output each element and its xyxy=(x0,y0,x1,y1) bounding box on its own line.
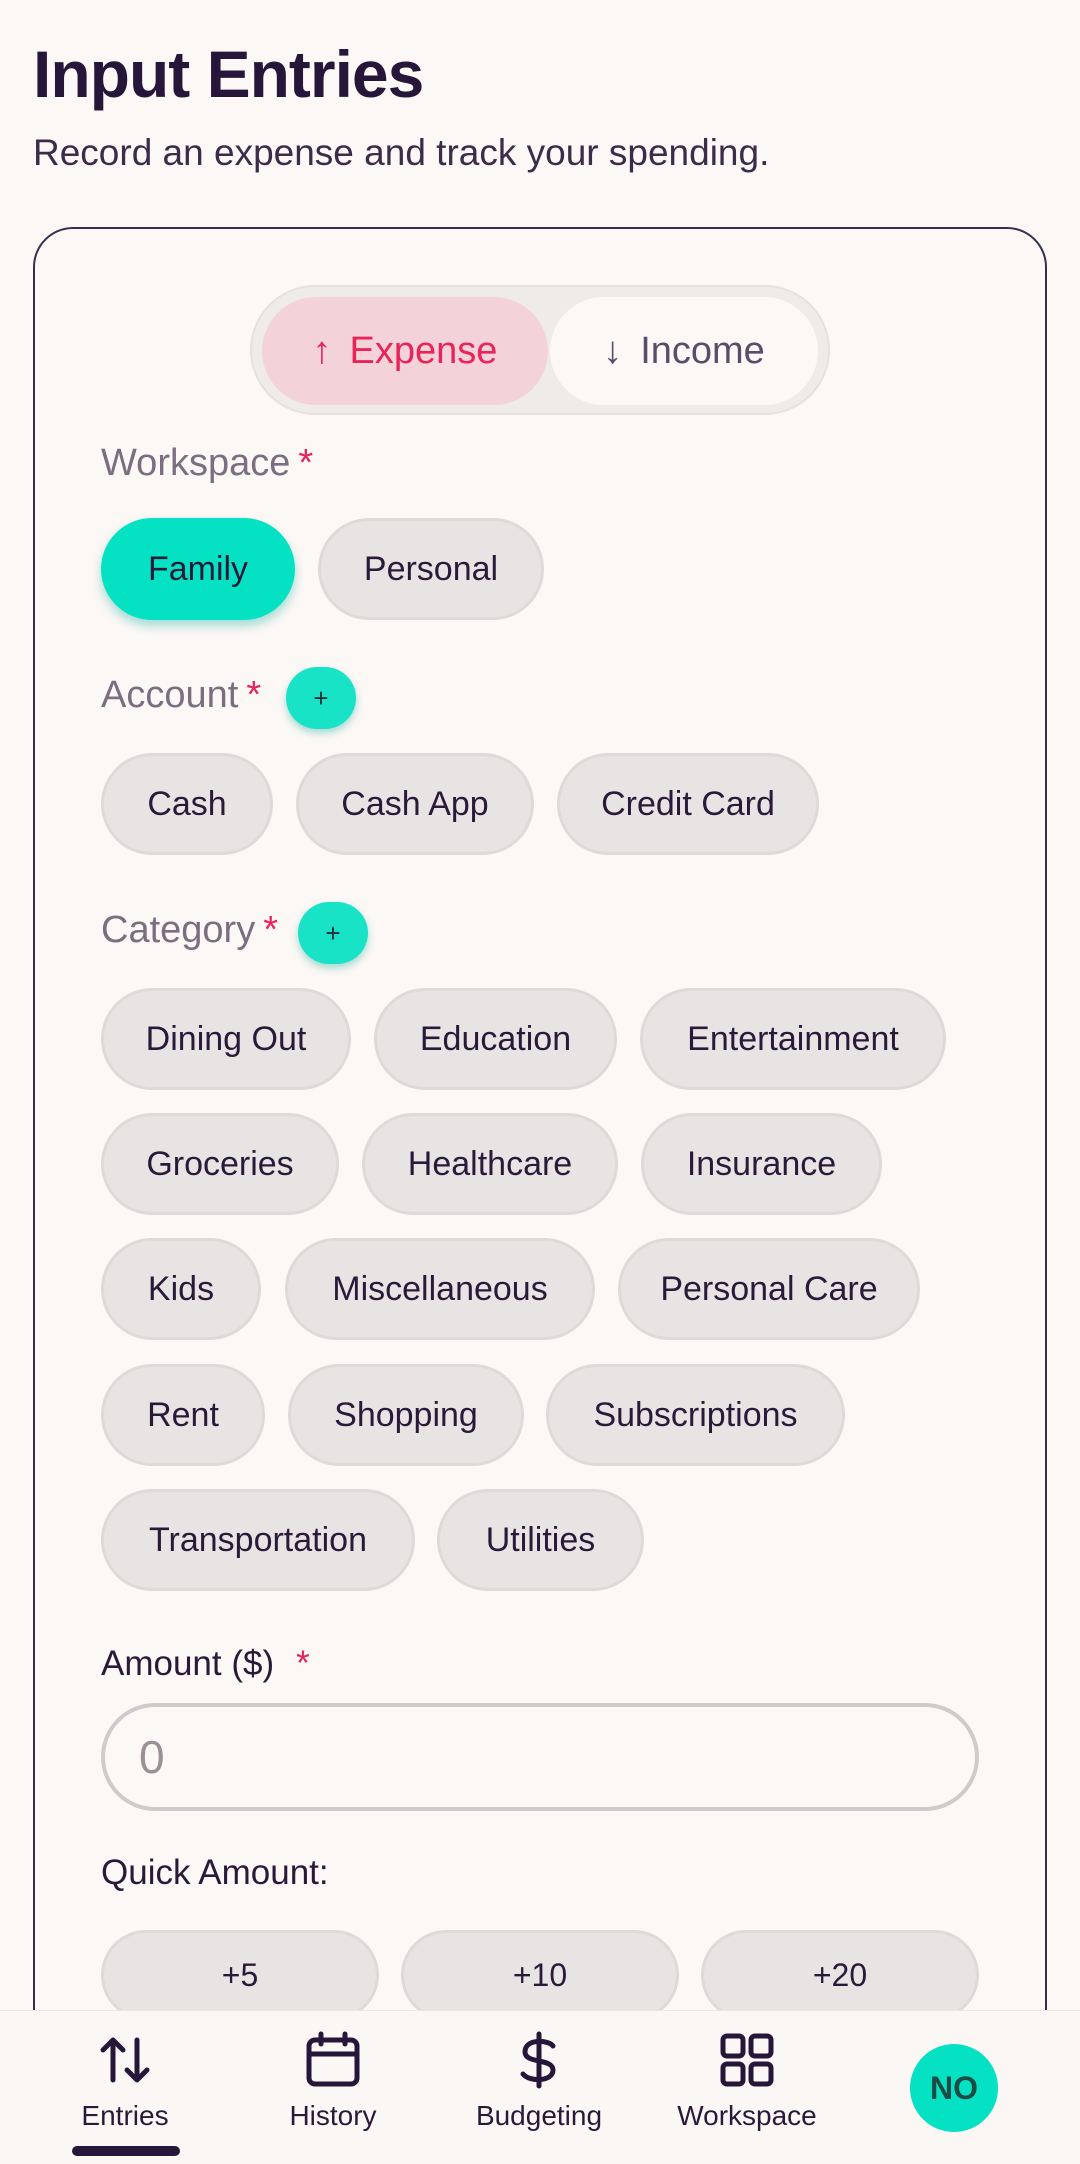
quick-amount-10-button[interactable]: +10 xyxy=(401,1930,679,2020)
category-label: Category * xyxy=(101,909,278,952)
account-chip-cash[interactable]: Cash xyxy=(101,753,273,855)
user-avatar[interactable]: NO xyxy=(910,2044,998,2132)
calendar-icon xyxy=(306,2031,360,2087)
category-chip-groceries[interactable]: Groceries xyxy=(101,1113,339,1215)
arrow-down-icon: ↓ xyxy=(603,329,623,372)
nav-item-entries[interactable]: Entries xyxy=(35,2030,215,2140)
quick-amount-label: Quick Amount: xyxy=(101,1853,329,1892)
nav-label-history: History xyxy=(289,2100,377,2131)
category-chip-education[interactable]: Education xyxy=(374,988,617,1090)
category-chip-insurance[interactable]: Insurance xyxy=(641,1113,882,1215)
workspace-chip-family[interactable]: Family xyxy=(101,518,295,620)
add-category-button[interactable]: + xyxy=(298,902,368,964)
category-chip-subscriptions[interactable]: Subscriptions xyxy=(546,1364,845,1466)
sort-arrows-icon xyxy=(100,2037,150,2083)
category-chip-shopping[interactable]: Shopping xyxy=(288,1364,524,1466)
add-account-button[interactable]: + xyxy=(286,667,356,729)
quick-amount-5-button[interactable]: +5 xyxy=(101,1930,379,2020)
entry-type-toggle: ↑ Expense ↓ Income xyxy=(250,285,830,415)
income-toggle-button[interactable]: ↓ Income xyxy=(550,297,818,405)
workspace-label-text: Workspace xyxy=(101,442,291,484)
quick-amount-20-button[interactable]: +20 xyxy=(701,1930,979,2020)
nav-label-workspace: Workspace xyxy=(677,2100,817,2131)
category-chip-transportation[interactable]: Transportation xyxy=(101,1489,415,1591)
category-chip-dining-out[interactable]: Dining Out xyxy=(101,988,351,1090)
nav-item-workspace[interactable]: Workspace xyxy=(657,2030,837,2140)
required-mark: * xyxy=(298,442,314,484)
expense-toggle-label: Expense xyxy=(349,329,498,372)
dollar-icon xyxy=(520,2031,556,2089)
nav-label-budgeting: Budgeting xyxy=(475,2100,603,2131)
income-toggle-label: Income xyxy=(640,329,765,372)
category-chip-entertainment[interactable]: Entertainment xyxy=(640,988,946,1090)
workspace-chip-personal[interactable]: Personal xyxy=(318,518,544,620)
amount-label-text: Amount ($) xyxy=(101,1644,275,1683)
category-chip-personal-care[interactable]: Personal Care xyxy=(618,1238,920,1340)
grid-icon xyxy=(720,2033,774,2087)
category-chip-healthcare[interactable]: Healthcare xyxy=(362,1113,618,1215)
active-nav-indicator xyxy=(72,2146,180,2156)
expense-toggle-button[interactable]: ↑ Expense xyxy=(262,297,548,405)
category-chip-kids[interactable]: Kids xyxy=(101,1238,261,1340)
amount-input[interactable]: 0 xyxy=(101,1703,979,1811)
required-mark: * xyxy=(296,1644,310,1683)
category-label-text: Category xyxy=(101,909,256,951)
workspace-label: Workspace * xyxy=(101,442,313,485)
nav-label-entries: Entries xyxy=(81,2100,169,2131)
nav-item-budgeting[interactable]: Budgeting xyxy=(449,2030,629,2140)
amount-label: Amount ($) * xyxy=(101,1644,310,1684)
category-chip-rent[interactable]: Rent xyxy=(101,1364,265,1466)
nav-item-history[interactable]: History xyxy=(243,2030,423,2140)
page-subtitle: Record an expense and track your spendin… xyxy=(33,132,770,173)
required-mark: * xyxy=(246,674,262,716)
account-label: Account * xyxy=(101,674,261,717)
amount-placeholder: 0 xyxy=(139,1731,165,1783)
page-title: Input Entries xyxy=(33,37,424,111)
arrow-up-icon: ↑ xyxy=(312,329,332,372)
category-chip-utilities[interactable]: Utilities xyxy=(437,1489,644,1591)
account-chip-credit-card[interactable]: Credit Card xyxy=(557,753,819,855)
required-mark: * xyxy=(263,909,278,951)
category-chip-miscellaneous[interactable]: Miscellaneous xyxy=(285,1238,595,1340)
account-chip-cash-app[interactable]: Cash App xyxy=(296,753,534,855)
account-label-text: Account xyxy=(101,674,239,716)
